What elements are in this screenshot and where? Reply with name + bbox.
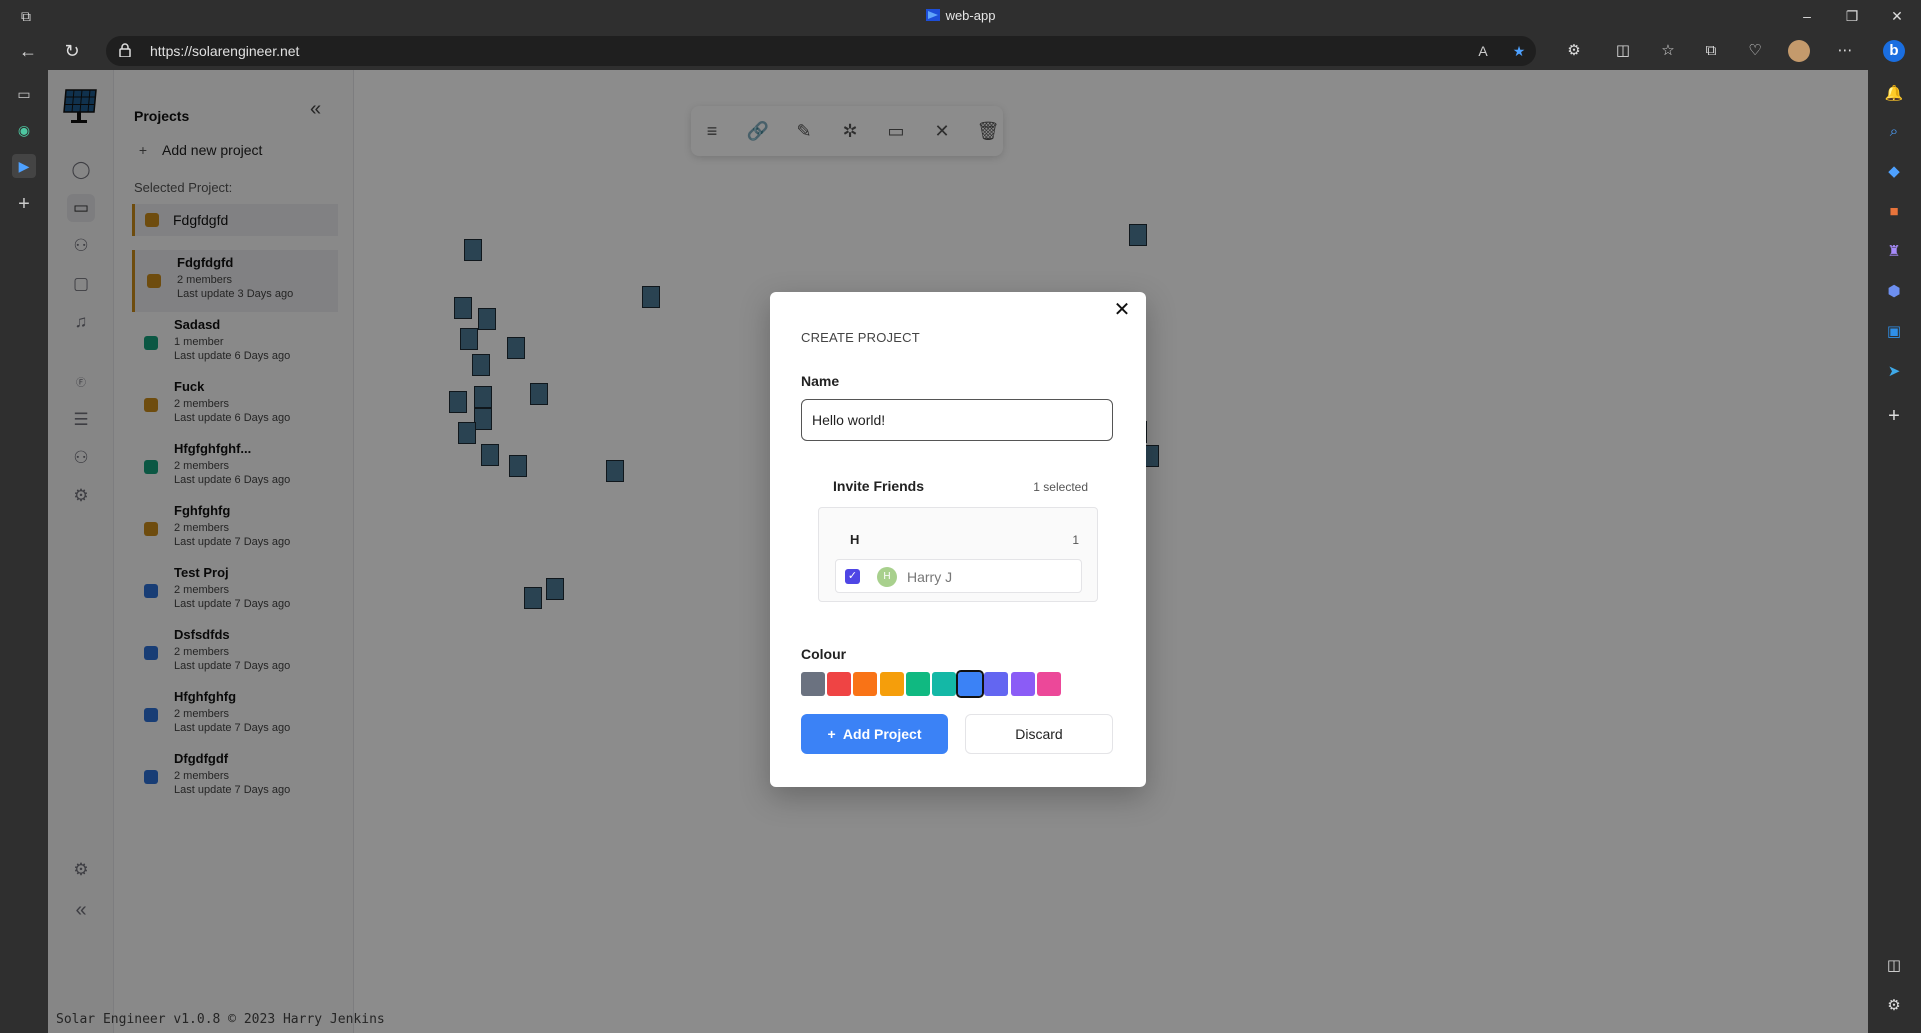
read-aloud-icon[interactable]: A xyxy=(1472,40,1494,62)
url-text: https://solarengineer.net xyxy=(150,43,300,59)
settings-icon[interactable]: ⚙ xyxy=(1882,994,1906,1018)
notifications-icon[interactable]: 🔔 xyxy=(1882,82,1906,106)
colour-swatch[interactable] xyxy=(827,672,852,696)
split-screen-icon[interactable]: ◫ xyxy=(1612,40,1634,62)
search-icon[interactable]: ⌕ xyxy=(1882,120,1906,144)
colour-swatch[interactable] xyxy=(905,672,930,696)
telegram-icon[interactable]: ➤ xyxy=(1882,360,1906,384)
app-favicon-icon xyxy=(925,9,940,21)
colour-swatch[interactable] xyxy=(801,672,825,696)
colour-swatch[interactable] xyxy=(984,672,1009,696)
friend-name: Harry J xyxy=(907,569,953,585)
office-icon[interactable]: ⬢ xyxy=(1882,280,1906,304)
friend-row[interactable]: ✓ H Harry J xyxy=(835,559,1082,593)
close-modal-icon[interactable]: ✕ xyxy=(1110,298,1134,322)
tab-panel-icon[interactable]: ▭ xyxy=(12,82,36,106)
colour-swatch[interactable] xyxy=(879,672,904,696)
new-tab-icon[interactable]: + xyxy=(12,192,36,216)
friend-group-count: 1 xyxy=(1072,533,1079,547)
add-icon[interactable]: + xyxy=(1882,404,1906,428)
close-window-icon[interactable]: ✕ xyxy=(1885,4,1909,28)
browser-toolbar: ← ↻ https://solarengineer.net A ★ ⚙ ◫ ☆ … xyxy=(0,32,1921,70)
profile-icon[interactable] xyxy=(1788,40,1810,62)
window-title: web-app xyxy=(0,8,1921,23)
browser-vertical-tabs: ▭ ◉ ▶ + xyxy=(0,70,48,1033)
back-icon[interactable]: ← xyxy=(16,39,40,63)
address-bar[interactable]: https://solarengineer.net A ★ xyxy=(106,36,1536,66)
colour-swatch[interactable] xyxy=(853,672,878,696)
copilot-icon[interactable]: b xyxy=(1883,40,1905,62)
tab-title: web-app xyxy=(945,8,996,23)
minimize-icon[interactable]: – xyxy=(1795,4,1819,28)
discard-button[interactable]: Discard xyxy=(965,714,1113,754)
invite-friends-title: Invite Friends xyxy=(833,478,925,494)
refresh-icon[interactable]: ↻ xyxy=(60,39,84,63)
browser-titlebar: ⧉ web-app – ❐ ✕ xyxy=(0,0,1921,32)
colour-swatch[interactable] xyxy=(1010,672,1035,696)
more-icon[interactable]: ⋯ xyxy=(1834,40,1856,62)
web-app-tab-icon[interactable]: ▶ xyxy=(12,154,36,178)
colour-swatch[interactable] xyxy=(932,672,956,696)
project-name-input[interactable]: Hello world! xyxy=(801,399,1113,441)
restore-icon[interactable]: ❐ xyxy=(1840,4,1864,28)
games-icon[interactable]: ♜ xyxy=(1882,240,1906,264)
collections-icon[interactable]: ⧉ xyxy=(1700,40,1722,62)
sidebar-toggle-icon[interactable]: ◫ xyxy=(1882,954,1906,978)
friend-checkbox[interactable]: ✓ xyxy=(845,569,860,584)
favorites-icon[interactable]: ☆ xyxy=(1657,40,1679,62)
chatgpt-tab-icon[interactable]: ◉ xyxy=(12,118,36,142)
favorite-star-icon[interactable]: ★ xyxy=(1508,40,1530,62)
modal-title: CREATE PROJECT xyxy=(801,330,920,345)
colour-swatch[interactable] xyxy=(956,670,985,698)
extensions-icon[interactable]: ⚙ xyxy=(1563,40,1585,62)
friend-group-letter: H xyxy=(850,532,860,547)
browser-right-sidebar: 🔔 ⌕ ◆ ■ ♜ ⬢ ▣ ➤ + ◫ ⚙ xyxy=(1868,70,1921,1033)
friend-list: H 1 ✓ H Harry J xyxy=(818,507,1098,602)
tools-icon[interactable]: ■ xyxy=(1882,200,1906,224)
create-project-modal: ✕ CREATE PROJECT Name Hello world! Invit… xyxy=(770,292,1146,787)
invite-selected-count: 1 selected xyxy=(1033,480,1088,494)
performance-icon[interactable]: ♡ xyxy=(1744,40,1766,62)
avatar: H xyxy=(877,567,897,587)
colour-label: Colour xyxy=(801,646,847,662)
colour-swatch[interactable] xyxy=(1036,672,1061,696)
shopping-icon[interactable]: ◆ xyxy=(1882,160,1906,184)
name-label: Name xyxy=(801,373,840,389)
add-project-label: Add Project xyxy=(842,726,922,742)
outlook-icon[interactable]: ▣ xyxy=(1882,320,1906,344)
add-project-button[interactable]: + Add Project xyxy=(801,714,948,754)
lock-icon xyxy=(119,43,131,57)
